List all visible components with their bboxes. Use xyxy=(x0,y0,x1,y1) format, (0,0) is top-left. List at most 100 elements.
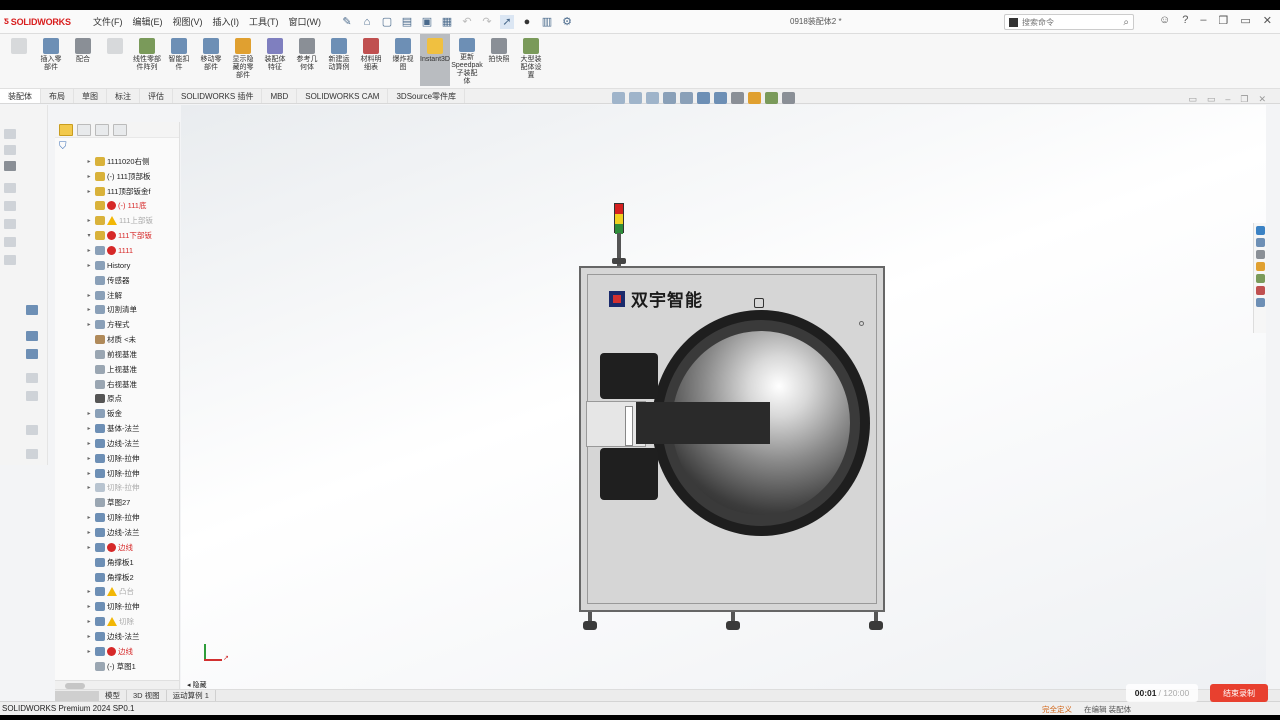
tree-item[interactable]: 上视基准 xyxy=(85,362,179,377)
rebuild-icon[interactable]: ● xyxy=(520,15,534,29)
expand-arrow-icon[interactable]: ▸ xyxy=(85,648,93,655)
expand-arrow-icon[interactable]: ▸ xyxy=(85,425,93,432)
tool-icon[interactable] xyxy=(4,161,16,171)
hide-show-icon[interactable] xyxy=(731,92,744,104)
tool-icon[interactable] xyxy=(4,255,16,265)
menu-item[interactable]: 工具(T) xyxy=(244,15,284,28)
tool-icon[interactable] xyxy=(4,129,16,139)
expand-arrow-icon[interactable]: ▸ xyxy=(85,292,93,299)
print-icon[interactable]: ▦ xyxy=(440,15,454,29)
expand-arrow-icon[interactable]: ▸ xyxy=(85,470,93,477)
open-icon[interactable]: ▤ xyxy=(400,15,414,29)
appearances-icon[interactable] xyxy=(1256,286,1265,295)
command-tab[interactable]: SOLIDWORKS 插件 xyxy=(173,89,263,103)
menu-item[interactable]: 编辑(E) xyxy=(128,15,168,28)
command-search[interactable]: ⌕ xyxy=(1004,14,1134,30)
tree-item[interactable]: ▸ 切除-拉伸 xyxy=(85,481,179,496)
file-properties-icon[interactable]: ▥ xyxy=(540,15,554,29)
expand-arrow-icon[interactable]: ▸ xyxy=(85,603,93,610)
tree-item[interactable]: ▸ History xyxy=(85,258,179,273)
expand-arrow-icon[interactable]: ▸ xyxy=(85,158,93,165)
expand-arrow-icon[interactable]: ▸ xyxy=(85,633,93,640)
tree-item[interactable]: 前视基准 xyxy=(85,347,179,362)
expand-arrow-icon[interactable]: ▸ xyxy=(85,217,93,224)
viewport-minimize-icon[interactable]: – xyxy=(1225,94,1230,105)
tool-icon[interactable] xyxy=(26,349,38,359)
viewport-split-icon[interactable]: ▭ xyxy=(1207,94,1216,105)
ribbon-button[interactable]: 配合 xyxy=(68,34,98,86)
resources-icon[interactable] xyxy=(1256,226,1265,235)
dynamic-annotation-icon[interactable] xyxy=(680,92,693,104)
signal-tower-lamp[interactable] xyxy=(614,203,624,234)
ribbon-button[interactable]: 爆炸视 图 xyxy=(388,34,418,86)
command-tab[interactable]: 装配体 xyxy=(0,89,41,103)
tool-icon[interactable] xyxy=(26,449,38,459)
command-tab[interactable]: 布局 xyxy=(41,89,74,103)
expand-arrow-icon[interactable]: ▸ xyxy=(85,247,93,254)
home-pane-icon[interactable] xyxy=(1256,238,1265,247)
menu-item[interactable]: 文件(F) xyxy=(88,15,128,28)
hinge-bottom[interactable] xyxy=(600,448,658,500)
ribbon-button[interactable]: 参考几 何体 xyxy=(292,34,322,86)
maximize-icon[interactable]: ▭ xyxy=(1240,14,1250,27)
command-tab[interactable]: SOLIDWORKS CAM xyxy=(297,89,389,103)
tab-scroll-area[interactable] xyxy=(55,690,99,701)
tool-icon[interactable] xyxy=(26,391,38,401)
tree-item[interactable]: ▸ 111顶部钣金f xyxy=(85,184,179,199)
tool-icon[interactable] xyxy=(26,373,38,383)
redo-icon[interactable]: ↷ xyxy=(480,15,494,29)
command-tab[interactable]: MBD xyxy=(262,89,298,103)
tree-item[interactable]: ▸ 切除-拉伸 xyxy=(85,451,179,466)
ribbon-button[interactable] xyxy=(100,34,130,86)
ribbon-button[interactable]: Instant3D xyxy=(420,34,450,86)
ribbon-button[interactable]: 智能扣 件 xyxy=(164,34,194,86)
tree-item[interactable]: ▸ 边线-法兰 xyxy=(85,436,179,451)
display-style-icon[interactable] xyxy=(714,92,727,104)
expand-arrow-icon[interactable]: ▸ xyxy=(85,588,93,595)
close-icon[interactable]: ✕ xyxy=(1263,14,1272,27)
expand-arrow-icon[interactable]: ▾ xyxy=(85,232,93,239)
custom-properties-icon[interactable] xyxy=(1256,298,1265,307)
ribbon-button[interactable] xyxy=(4,34,34,86)
expand-arrow-icon[interactable]: ▸ xyxy=(85,484,93,491)
pin-icon[interactable]: ✎ xyxy=(340,15,354,29)
tree-item[interactable]: ▸ 切除-拉伸 xyxy=(85,599,179,614)
solidworks-logo[interactable]: ƽ SOLIDWORKS xyxy=(0,16,88,27)
section-view-icon[interactable] xyxy=(663,92,676,104)
viewport-close-icon[interactable]: ✕ xyxy=(1258,94,1266,105)
tree-item[interactable]: (-) 草图1 xyxy=(85,659,179,674)
expand-arrow-icon[interactable]: ▸ xyxy=(85,321,93,328)
filter-icon[interactable]: ⛉ xyxy=(55,138,179,154)
tool-icon[interactable] xyxy=(26,425,38,435)
view-palette-icon[interactable] xyxy=(1256,274,1265,283)
tree-item[interactable]: ▸ 基体-法兰 xyxy=(85,421,179,436)
ribbon-button[interactable]: 更新 Speedpak 子装配 体 xyxy=(451,34,483,86)
edit-appearance-icon[interactable] xyxy=(748,92,761,104)
tree-item[interactable]: 材质 <未 xyxy=(85,332,179,347)
search-scope-icon[interactable] xyxy=(1009,17,1018,27)
library-icon[interactable] xyxy=(1256,250,1265,259)
stop-recording-button[interactable]: 结束录制 xyxy=(1210,684,1268,702)
tree-item[interactable]: (-) 111底 xyxy=(85,199,179,214)
search-input[interactable] xyxy=(1022,17,1112,27)
expand-arrow-icon[interactable]: ▸ xyxy=(85,173,93,180)
tool-icon[interactable] xyxy=(26,305,38,315)
sensor-box[interactable] xyxy=(754,298,764,308)
expand-arrow-icon[interactable]: ▸ xyxy=(85,514,93,521)
tree-item[interactable]: 角撑板1 xyxy=(85,555,179,570)
bottom-tab[interactable]: 3D 视图 xyxy=(127,690,167,701)
tree-item[interactable]: ▸ 凸台 xyxy=(85,584,179,599)
expand-arrow-icon[interactable]: ▸ xyxy=(85,262,93,269)
tool-icon[interactable] xyxy=(4,183,16,193)
explorer-icon[interactable] xyxy=(1256,262,1265,271)
tree-item[interactable]: ▸ 注解 xyxy=(85,288,179,303)
ribbon-button[interactable]: 拍快照 xyxy=(484,34,514,86)
tree-item[interactable]: 草图27 xyxy=(85,495,179,510)
viewport-expand-icon[interactable]: ▭ xyxy=(1188,94,1197,105)
command-tab[interactable]: 3DSource零件库 xyxy=(388,89,466,103)
tree-item[interactable]: ▸ 边线-法兰 xyxy=(85,525,179,540)
ribbon-button[interactable]: 材料明 细表 xyxy=(356,34,386,86)
property-manager-icon[interactable] xyxy=(77,123,91,136)
tool-icon[interactable] xyxy=(4,201,16,211)
zoom-to-fit-icon[interactable] xyxy=(612,92,625,104)
